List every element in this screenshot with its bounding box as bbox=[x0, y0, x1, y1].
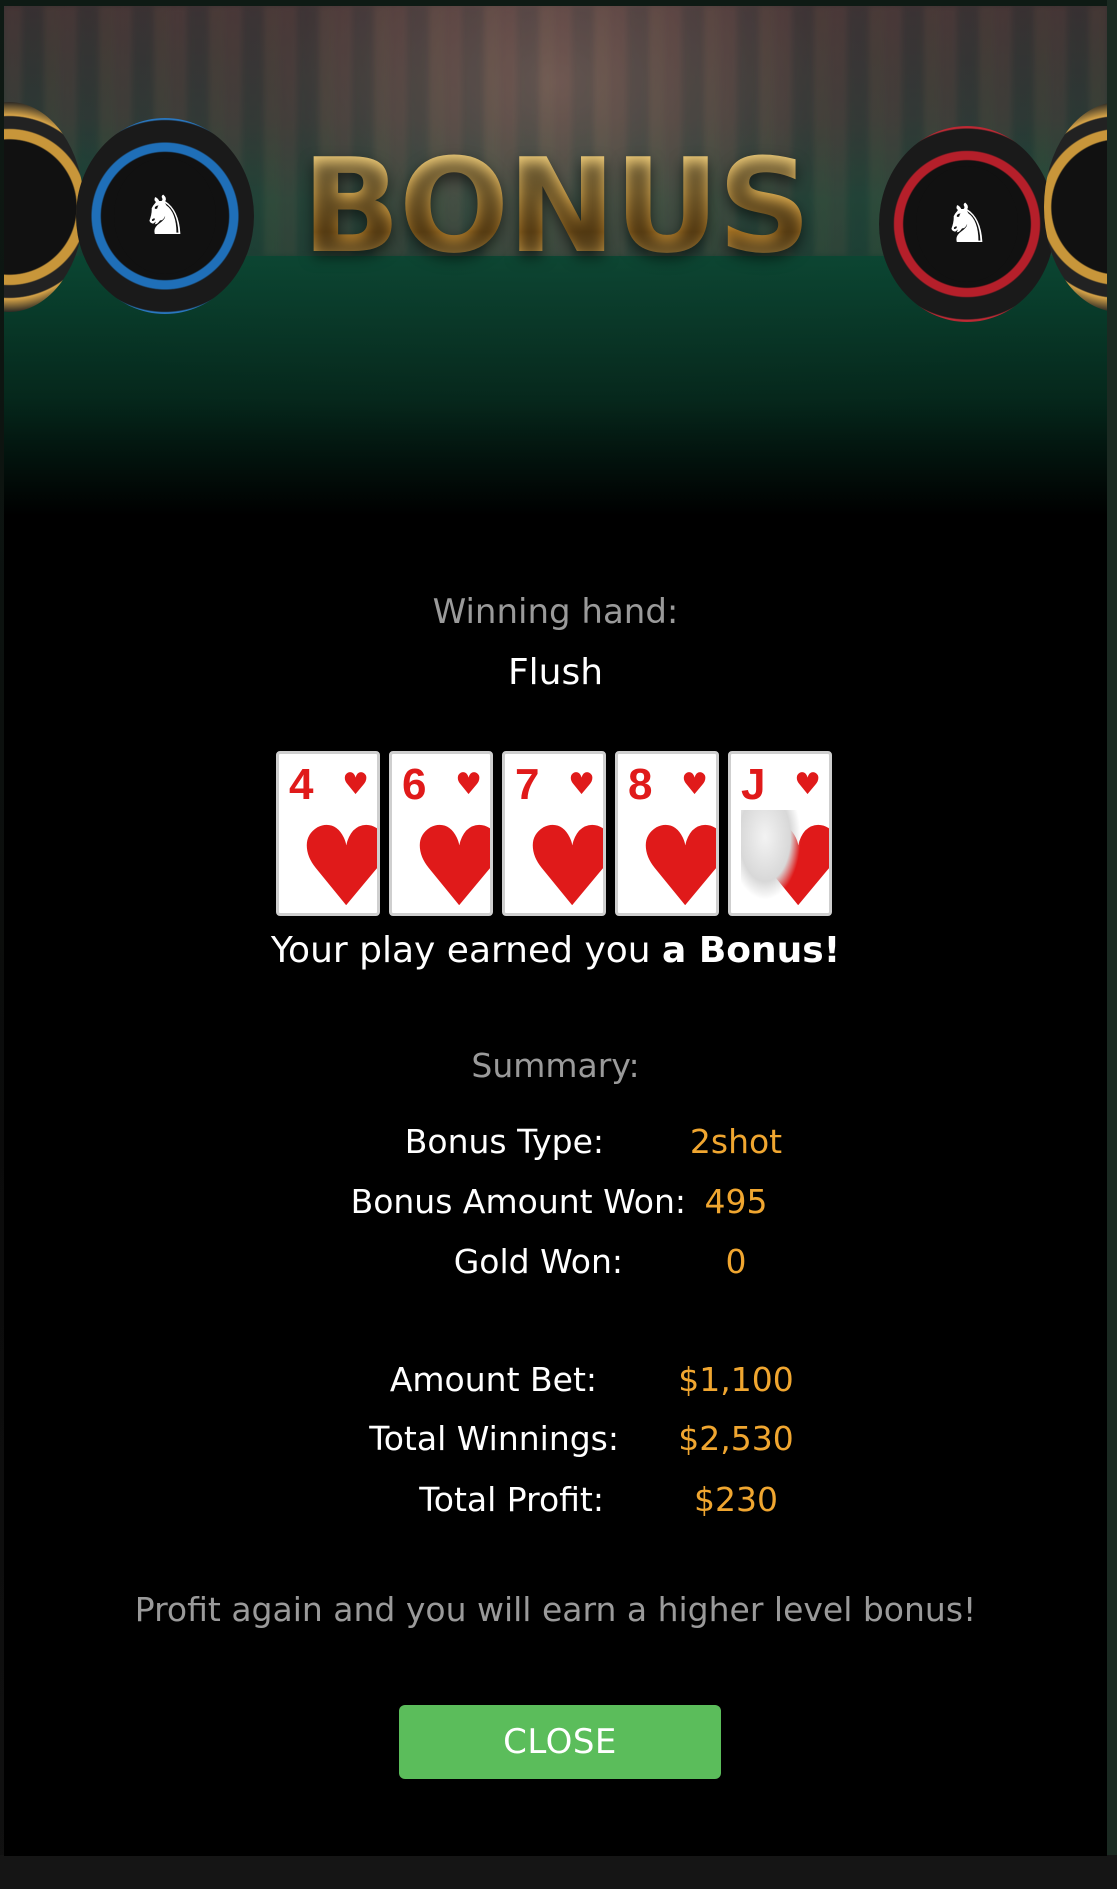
playing-card: 4 ♥ ♥ bbox=[276, 751, 380, 916]
heart-icon: ♥ bbox=[455, 767, 482, 802]
amount-bet-label: Amount Bet: bbox=[389, 1360, 597, 1399]
gold-won-value: 0 bbox=[725, 1242, 747, 1281]
bonus-modal: ♞ ♞ BONUS Winning hand: Flush 4 ♥ ♥ 6 ♥ … bbox=[4, 6, 1107, 1856]
earned-bold: a Bonus! bbox=[662, 930, 841, 971]
heart-icon: ♥ bbox=[794, 767, 821, 802]
playing-card: J ♥ ♥ bbox=[728, 751, 832, 916]
gold-won-label: Gold Won: bbox=[453, 1242, 623, 1281]
bonus-banner: ♞ ♞ BONUS bbox=[4, 6, 1107, 516]
bonus-amount-value: 495 bbox=[704, 1182, 768, 1221]
playing-card: 6 ♥ ♥ bbox=[389, 751, 493, 916]
earned-prefix: Your play earned you bbox=[270, 930, 663, 971]
heart-icon: ♥ bbox=[636, 812, 716, 913]
total-winnings-label: Total Winnings: bbox=[369, 1419, 619, 1458]
winning-hand-value: Flush bbox=[507, 652, 604, 693]
bonus-type-label: Bonus Type: bbox=[404, 1122, 604, 1161]
backdrop-footer bbox=[0, 1855, 1117, 1889]
profit-hint: Profit again and you will earn a higher … bbox=[134, 1590, 977, 1629]
summary-label: Summary: bbox=[471, 1046, 640, 1085]
card-row: 4 ♥ ♥ 6 ♥ ♥ 7 ♥ ♥ 8 ♥ ♥ J ♥ ♥ bbox=[276, 751, 832, 916]
bonus-title: BONUS bbox=[4, 141, 1107, 271]
heart-icon: ♥ bbox=[410, 812, 490, 913]
winning-hand-label: Winning hand: bbox=[432, 592, 679, 632]
jack-horse-figure bbox=[741, 810, 801, 900]
total-profit-value: $230 bbox=[694, 1480, 778, 1519]
bonus-type-value: 2shot bbox=[689, 1122, 783, 1161]
bonus-amount-label: Bonus Amount Won: bbox=[350, 1182, 686, 1221]
total-profit-label: Total Profit: bbox=[419, 1480, 604, 1519]
bonus-earned-message: Your play earned you a Bonus! bbox=[4, 930, 1107, 971]
heart-icon: ♥ bbox=[523, 812, 603, 913]
close-button[interactable]: CLOSE bbox=[399, 1705, 721, 1779]
playing-card: 7 ♥ ♥ bbox=[502, 751, 606, 916]
heart-icon: ♥ bbox=[297, 812, 377, 913]
playing-card: 8 ♥ ♥ bbox=[615, 751, 719, 916]
amount-bet-value: $1,100 bbox=[678, 1360, 794, 1399]
heart-icon: ♥ bbox=[681, 767, 708, 802]
heart-icon: ♥ bbox=[342, 767, 369, 802]
total-winnings-value: $2,530 bbox=[678, 1419, 794, 1458]
heart-icon: ♥ bbox=[568, 767, 595, 802]
backdrop-edge bbox=[1107, 0, 1117, 1889]
